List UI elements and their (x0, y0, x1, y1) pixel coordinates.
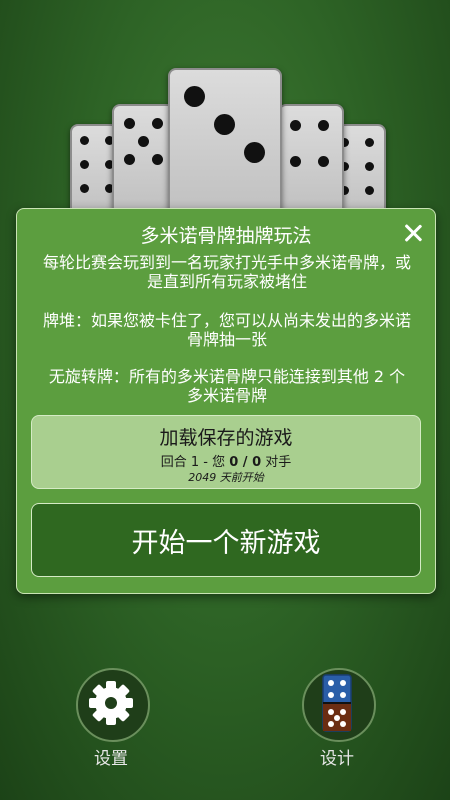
new-game-label: 开始一个新游戏 (131, 528, 321, 559)
rules-dialog: 多米诺骨牌抽牌玩法 每轮比赛会玩到到一名玩家打光手中多米诺骨牌，或是直到所有玩家… (16, 208, 436, 594)
score-value: 0 / 0 (229, 455, 262, 470)
rule-boneyard: 牌堆：如果您被卡住了，您可以从尚未发出的多米诺骨牌抽一张 (42, 311, 411, 349)
opponent-suffix: 对手 (265, 455, 292, 470)
saved-game-score: 回合 1 - 您 0 / 0 对手 (32, 451, 420, 470)
rule-round: 每轮比赛会玩到到一名玩家打光手中多米诺骨牌，或是直到所有玩家被堵住 (42, 253, 411, 291)
rule-no-spinner: 无旋转牌：所有的多米诺骨牌只能连接到其他 2 个多米诺骨牌 (48, 367, 406, 405)
domino-center (168, 68, 282, 222)
domino-right (278, 104, 344, 218)
design-button[interactable] (302, 668, 376, 742)
dialog-title: 多米诺骨牌抽牌玩法 (140, 225, 312, 247)
load-game-label: 加载保存的游戏 (159, 427, 293, 449)
domino-design-icon (322, 674, 352, 732)
close-icon[interactable] (401, 221, 425, 245)
load-saved-game-button[interactable]: 加载保存的游戏 回合 1 - 您 0 / 0 对手 2049 天前开始 (31, 415, 421, 489)
saved-game-started: 2049 天前开始 (188, 471, 264, 484)
settings-label: 设置 (94, 749, 128, 769)
settings-button[interactable] (76, 668, 150, 742)
new-game-button[interactable]: 开始一个新游戏 (31, 503, 421, 577)
design-label: 设计 (320, 749, 354, 769)
gear-icon (89, 681, 133, 725)
round-prefix: 回合 1 - 您 (160, 455, 226, 470)
